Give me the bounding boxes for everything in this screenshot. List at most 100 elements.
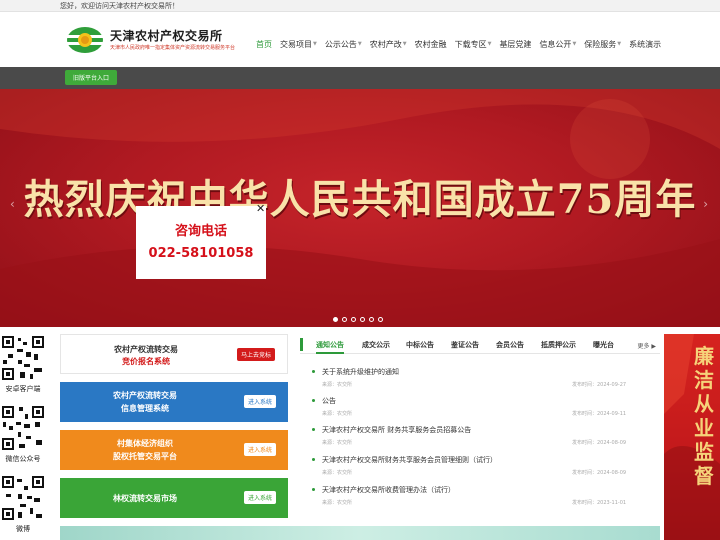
tab-member-notices[interactable]: 会员公告 bbox=[496, 340, 524, 350]
nav-label: 农村金融 bbox=[414, 39, 447, 49]
news-date: 发布时间：2024-09-11 bbox=[572, 411, 627, 417]
news-title[interactable]: 天津农村产权交易所 财务共享服务会员招募公告 bbox=[322, 425, 471, 435]
forest-rights-card[interactable]: 林权流转交易市场 进入系统 bbox=[60, 478, 288, 518]
poster-text: 廉洁从业监督 bbox=[694, 344, 714, 488]
sub-header-bar: 旧版平台入口 bbox=[0, 67, 720, 89]
news-source: 来源：农交所 bbox=[322, 470, 353, 476]
consult-phone-popup: ✕ 咨询电话 022-58101058 bbox=[136, 202, 266, 279]
nav-label: 下载专区 bbox=[454, 39, 487, 49]
news-title[interactable]: 天津农村产权交易所财务共享服务会员管理细则（试行） bbox=[322, 455, 497, 465]
chevron-down-icon: ▼ bbox=[402, 41, 407, 47]
site-title: 天津农村产权交易所 bbox=[110, 29, 223, 43]
site-subtitle: 天津市人民政府唯一指定集体资产资源流转交易服务平台 bbox=[110, 45, 236, 51]
bullet-icon bbox=[312, 458, 315, 461]
integrity-poster[interactable]: 廉洁从业监督 bbox=[664, 334, 720, 540]
tab-pledge-publicity[interactable]: 抵质押公示 bbox=[541, 340, 576, 350]
card-title-line1: 农村产权流转交易 bbox=[113, 391, 177, 400]
card-title-line2: 股权托管交易平台 bbox=[113, 452, 177, 461]
news-date: 发布时间：2024-09-27 bbox=[572, 382, 627, 388]
carousel-dots bbox=[333, 317, 387, 322]
news-title[interactable]: 公告 bbox=[322, 396, 336, 406]
main-nav: 首页 交易项目 ▼ 公示公告 ▼ 农村产改 ▼ 农村金融 下载专区 ▼ 基层党建 信息公… bbox=[256, 37, 669, 51]
news-source: 来源：农交所 bbox=[322, 382, 353, 388]
card-title-line2: 信息管理系统 bbox=[121, 404, 169, 413]
nav-label: 交易项目 bbox=[280, 39, 312, 49]
carousel-dot[interactable] bbox=[342, 317, 347, 322]
nav-label: 信息公开 bbox=[539, 39, 572, 49]
tab-notices[interactable]: 通知公告 bbox=[316, 340, 344, 354]
qr-code-icon bbox=[0, 404, 46, 452]
nav-system-demo[interactable]: 系统演示 bbox=[629, 37, 661, 51]
nav-announcements[interactable]: 公示公告 ▼ bbox=[325, 37, 362, 51]
hero-banner[interactable]: 热烈庆祝中华人民共和国成立75周年 ‹ › bbox=[0, 89, 720, 327]
nav-label: 保险服务 bbox=[584, 39, 617, 49]
banner-headline: 热烈庆祝中华人民共和国成立75周年 bbox=[23, 176, 697, 223]
more-link[interactable]: 更多 ▶ bbox=[637, 341, 656, 350]
nav-downloads[interactable]: 下载专区 ▼ bbox=[455, 37, 492, 51]
qr-code-icon bbox=[0, 474, 46, 522]
chevron-down-icon: ▼ bbox=[313, 41, 317, 47]
card-title-line1: 林权流转交易市场 bbox=[113, 494, 177, 503]
tab-marker bbox=[300, 338, 303, 351]
carousel-dot[interactable] bbox=[378, 317, 383, 322]
chevron-left-icon[interactable]: ‹ bbox=[10, 197, 15, 211]
close-icon[interactable]: ✕ bbox=[256, 202, 265, 215]
tab-exposure[interactable]: 曝光台 bbox=[593, 340, 614, 350]
top-bar: 您好，欢迎访问天津农村产权交易所！ bbox=[0, 0, 720, 12]
old-platform-button[interactable]: 旧版平台入口 bbox=[65, 70, 117, 85]
news-source: 来源：农交所 bbox=[322, 440, 353, 446]
chevron-down-icon: ▼ bbox=[572, 41, 577, 47]
bottom-banner-strip bbox=[60, 526, 660, 540]
nav-rural-finance[interactable]: 农村金融 bbox=[415, 37, 447, 51]
tab-deal-publicity[interactable]: 成交公示 bbox=[362, 340, 390, 350]
news-tabs: 通知公告 成交公示 中标公告 鉴证公告 会员公告 抵质押公示 曝光台 更多 ▶ bbox=[300, 334, 660, 354]
nav-label: 首页 bbox=[256, 39, 272, 49]
enter-system-button[interactable]: 进入系统 bbox=[243, 491, 276, 504]
site-logo-icon[interactable] bbox=[66, 26, 104, 54]
enter-system-button[interactable]: 进入系统 bbox=[243, 443, 276, 456]
card-title-line2: 竞价报名系统 bbox=[122, 357, 170, 366]
popup-phone: 022-58101058 bbox=[148, 246, 254, 261]
popup-label: 咨询电话 bbox=[174, 224, 227, 239]
card-title-line1: 村集体经济组织 bbox=[117, 439, 173, 448]
news-date: 发布时间：2023-11-01 bbox=[572, 500, 627, 506]
enter-system-button[interactable]: 进入系统 bbox=[243, 395, 276, 408]
news-date: 发布时间：2024-08-09 bbox=[572, 440, 627, 446]
news-title[interactable]: 关于系统升级维护的通知 bbox=[322, 367, 399, 377]
carousel-dot[interactable] bbox=[333, 317, 338, 322]
nav-home[interactable]: 首页 bbox=[256, 37, 272, 51]
nav-trading-projects[interactable]: 交易项目 ▼ bbox=[280, 37, 317, 51]
news-panel: 通知公告 成交公示 中标公告 鉴证公告 会员公告 抵质押公示 曝光台 更多 ▶ … bbox=[300, 334, 660, 526]
carousel-dot[interactable] bbox=[360, 317, 365, 322]
equity-custody-card[interactable]: 村集体经济组织 股权托管交易平台 进入系统 bbox=[60, 430, 288, 470]
news-title[interactable]: 天津农村产权交易所收费管理办法（试行） bbox=[322, 485, 455, 495]
nav-party-building[interactable]: 基层党建 bbox=[499, 37, 531, 51]
nav-info-disclosure[interactable]: 信息公开 ▼ bbox=[539, 37, 576, 51]
chevron-down-icon: ▼ bbox=[357, 41, 362, 47]
carousel-dot[interactable] bbox=[369, 317, 374, 322]
chevron-down-icon: ▼ bbox=[617, 41, 622, 47]
go-bid-button[interactable]: 马上去竞标 bbox=[236, 348, 275, 361]
tab-award-notices[interactable]: 中标公告 bbox=[406, 340, 434, 350]
news-source: 来源：农交所 bbox=[322, 500, 353, 506]
nav-label: 公示公告 bbox=[324, 39, 357, 49]
chevron-right-icon[interactable]: › bbox=[703, 197, 708, 211]
tab-verification-notices[interactable]: 鉴证公告 bbox=[451, 340, 479, 350]
qr-sidebar: 安卓客户端 微信公众号 微博 bbox=[0, 334, 48, 540]
bidding-system-card[interactable]: 农村产权流转交易 竞价报名系统 马上去竞标 bbox=[60, 334, 288, 374]
carousel-dot[interactable] bbox=[351, 317, 356, 322]
news-date: 发布时间：2024-08-09 bbox=[572, 470, 627, 476]
info-management-card[interactable]: 农村产权流转交易 信息管理系统 进入系统 bbox=[60, 382, 288, 422]
qr-label-android: 安卓客户端 bbox=[5, 385, 41, 393]
qr-code-icon bbox=[0, 334, 46, 382]
nav-rural-reform[interactable]: 农村产改 ▼ bbox=[370, 37, 407, 51]
nav-insurance[interactable]: 保险服务 ▼ bbox=[584, 37, 621, 51]
card-title-line1: 农村产权流转交易 bbox=[114, 345, 178, 354]
bullet-icon bbox=[312, 370, 315, 373]
qr-label-wechat: 微信公众号 bbox=[5, 455, 41, 463]
site-header: 天津农村产权交易所 天津市人民政府唯一指定集体资产资源流转交易服务平台 首页 交… bbox=[0, 12, 720, 67]
qr-label-weibo: 微博 bbox=[16, 525, 30, 533]
bullet-icon bbox=[312, 428, 315, 431]
news-source: 来源：农交所 bbox=[322, 411, 353, 417]
welcome-text: 您好，欢迎访问天津农村产权交易所！ bbox=[60, 2, 179, 10]
